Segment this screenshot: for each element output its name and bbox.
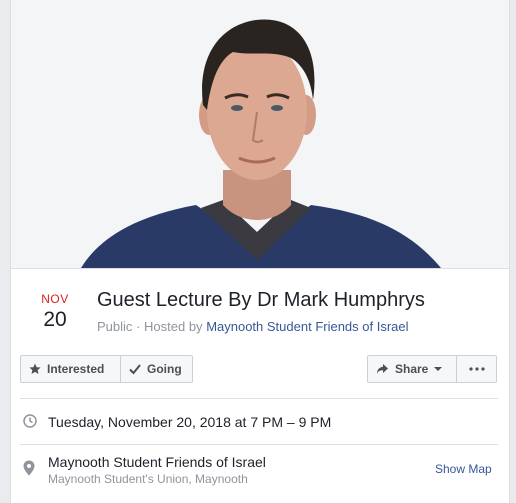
more-options-button[interactable] xyxy=(456,355,497,383)
visibility-label: Public xyxy=(97,319,133,334)
chevron-down-icon xyxy=(434,366,443,372)
portrait-image xyxy=(11,0,509,268)
separator-dot: · xyxy=(136,319,141,334)
event-day: 20 xyxy=(43,308,67,331)
divider xyxy=(20,398,498,399)
share-button[interactable]: Share xyxy=(367,355,457,383)
going-button[interactable]: Going xyxy=(120,355,193,383)
event-title: Guest Lecture By Dr Mark Humphrys xyxy=(97,289,425,311)
star-icon xyxy=(29,363,41,375)
host-link[interactable]: Maynooth Student Friends of Israel xyxy=(206,319,408,334)
event-month: NOV xyxy=(41,292,69,306)
divider xyxy=(20,444,498,445)
event-date: NOV 20 xyxy=(33,292,77,332)
location-name[interactable]: Maynooth Student Friends of Israel xyxy=(48,454,266,470)
event-datetime[interactable]: Tuesday, November 20, 2018 at 7 PM – 9 P… xyxy=(48,414,331,430)
check-icon xyxy=(129,363,141,375)
cover-photo[interactable] xyxy=(11,0,509,269)
clock-icon xyxy=(23,414,37,428)
event-card: NOV 20 Guest Lecture By Dr Mark Humphrys… xyxy=(10,0,510,503)
more-dots-icon xyxy=(468,367,485,371)
share-arrow-icon xyxy=(376,363,389,375)
event-subtitle: Public · Hosted by Maynooth Student Frie… xyxy=(97,319,409,334)
interested-label: Interested xyxy=(47,362,105,376)
location-pin-icon xyxy=(23,460,35,476)
going-label: Going xyxy=(147,362,182,376)
share-label: Share xyxy=(395,362,429,376)
hosted-by-prefix: Hosted by xyxy=(144,319,203,334)
interested-button[interactable]: Interested xyxy=(20,355,121,383)
show-map-link[interactable]: Show Map xyxy=(435,462,492,476)
location-address: Maynooth Student's Union, Maynooth xyxy=(48,472,248,486)
